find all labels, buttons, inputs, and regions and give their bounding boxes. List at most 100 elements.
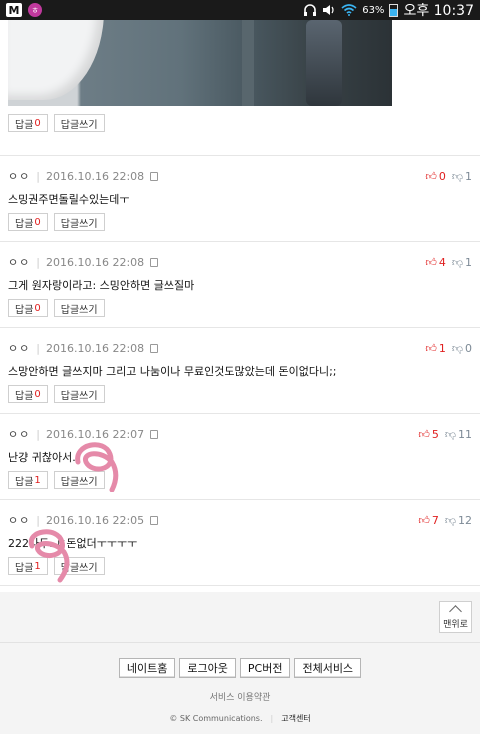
upvote-button[interactable]: 👍︎ 0 <box>425 170 446 183</box>
write-reply-button[interactable]: 답글쓰기 <box>53 114 105 132</box>
thumbs-down-icon: 👎︎ <box>444 513 456 527</box>
messenger-notification-icon: ㅎ <box>28 3 42 17</box>
copyright-text: © SK Communications. <box>169 714 263 723</box>
downvote-button[interactable]: 👎︎ 11 <box>445 428 472 441</box>
clock: 오후 10:37 <box>403 3 474 19</box>
reply-count: 0 <box>34 117 41 129</box>
reply-label: 답글 <box>15 562 34 574</box>
report-icon[interactable] <box>150 171 159 181</box>
reply-label: 답글 <box>15 218 34 230</box>
status-bar: M ㅎ 63% 오후 10:37 <box>0 0 480 20</box>
photo-person <box>306 20 342 106</box>
copyright-line: © SK Communications. | 고객센터 <box>169 714 311 723</box>
pink-scribble-mark <box>28 529 70 583</box>
volume-icon <box>323 5 334 15</box>
comment-author: ㅇㅇ <box>8 256 31 269</box>
downvote-count: 0 <box>465 341 472 355</box>
upvote-count: 1 <box>438 341 446 355</box>
reply-count: 0 <box>34 388 41 400</box>
reply-label: 답글 <box>15 476 34 488</box>
battery-percent: 63% <box>362 4 385 16</box>
comment-text: 그게 원자랑이라고: 스밍안하면 글쓰질마 <box>8 279 195 292</box>
reply-label: 답글 <box>15 390 34 402</box>
thumbs-down-icon: 👎︎ <box>451 341 463 355</box>
thumbs-up-icon: 👍︎ <box>425 169 437 183</box>
comment-text: 스밍권주면돌릴수있는데ㅜ <box>8 193 130 206</box>
downvote-button[interactable]: 👎︎ 1 <box>452 170 472 183</box>
write-reply-button[interactable]: 답글쓰기 <box>53 557 105 575</box>
comment-author: ㅇㅇ <box>8 342 31 355</box>
thumbs-up-icon: 👍︎ <box>418 513 430 527</box>
reply-label: 답글 <box>15 119 34 131</box>
write-reply-button[interactable]: 답글쓰기 <box>53 299 105 317</box>
comment-date: 2016.10.16 22:07 <box>45 427 145 441</box>
downvote-count: 12 <box>458 513 472 527</box>
report-icon[interactable] <box>150 343 159 353</box>
logout-button[interactable]: 로그아웃 <box>179 658 236 678</box>
reply-count-button[interactable]: 답글 0 <box>8 114 48 132</box>
report-icon[interactable] <box>150 257 159 267</box>
upvote-button[interactable]: 👍︎ 7 <box>418 514 439 527</box>
top-button-bar: 맨위로 <box>0 592 480 643</box>
downvote-button[interactable]: 👎︎ 12 <box>445 514 472 527</box>
reply-count-button[interactable]: 답글 0 <box>8 385 48 403</box>
write-reply-button[interactable]: 답글쓰기 <box>53 385 105 403</box>
upvote-button[interactable]: 👍︎ 4 <box>425 256 446 269</box>
all-services-button[interactable]: 전체서비스 <box>294 658 362 678</box>
comment-text: 스망안하면 글쓰지마 그리고 나눔이나 무료인것도많았는데 돈이없다니;; <box>8 365 337 378</box>
report-icon[interactable] <box>150 429 159 439</box>
comment-text: 222나두..ㄷ돈없더ㅜㅜㅜㅜ <box>8 537 138 550</box>
customer-center-link[interactable]: 고객센터 <box>281 714 310 723</box>
app-notification-icon: M <box>6 3 22 17</box>
downvote-button[interactable]: 👎︎ 0 <box>452 342 472 355</box>
downvote-button[interactable]: 👎︎ 1 <box>452 256 472 269</box>
comment-author: ㅇㅇ <box>8 514 31 527</box>
footer-nav: 네이트홈 로그아웃 PC버전 전체서비스 <box>0 658 480 678</box>
reply-count: 1 <box>34 560 41 572</box>
comment-item: ㅇㅇ | 2016.10.16 22:08 👍︎ 4 👎︎ 1 그게 원자랑이라고:… <box>0 242 480 328</box>
reply-count: 0 <box>34 216 41 228</box>
first-comment-actions: 답글 0 답글쓰기 <box>0 106 480 156</box>
back-to-top-button[interactable]: 맨위로 <box>439 601 472 633</box>
write-reply-button[interactable]: 답글쓰기 <box>53 213 105 231</box>
thumbs-down-icon: 👎︎ <box>451 255 463 269</box>
comment-item: ㅇㅇ | 2016.10.16 22:05 👍︎ 7 👎︎ 12 222나두..ㄷ돈… <box>0 500 480 586</box>
report-icon[interactable] <box>150 515 159 525</box>
upvote-count: 0 <box>438 169 446 183</box>
thumbs-down-icon: 👎︎ <box>451 169 463 183</box>
downvote-count: 11 <box>458 427 472 441</box>
reply-count: 1 <box>34 474 41 486</box>
comment-item: ㅇㅇ | 2016.10.16 22:07 👍︎ 5 👎︎ 11 난걍 귀찮아서..… <box>0 414 480 500</box>
chevron-up-icon <box>449 605 462 618</box>
upvote-count: 5 <box>431 427 439 441</box>
footer: 맨위로 네이트홈 로그아웃 PC버전 전체서비스 서비스 이용약관 © SK C… <box>0 592 480 734</box>
terms-link[interactable]: 서비스 이용약관 <box>0 690 480 703</box>
nate-home-button[interactable]: 네이트홈 <box>118 658 176 678</box>
comment-author: ㅇㅇ <box>8 170 31 183</box>
thumbs-up-icon: 👍︎ <box>425 255 437 269</box>
downvote-count: 1 <box>465 169 472 183</box>
comment-author: ㅇㅇ <box>8 428 31 441</box>
thumbs-down-icon: 👎︎ <box>444 427 456 441</box>
headset-icon <box>304 3 317 16</box>
wifi-icon <box>341 4 357 16</box>
write-reply-button[interactable]: 답글쓰기 <box>53 471 105 489</box>
reply-count-button[interactable]: 답글 1 <box>8 471 48 489</box>
comment-text: 난걍 귀찮아서.. <box>8 451 80 464</box>
reply-count-button[interactable]: 답글 0 <box>8 213 48 231</box>
reply-count-button[interactable]: 답글 1 <box>8 557 48 575</box>
upvote-button[interactable]: 👍︎ 5 <box>418 428 439 441</box>
post-photo <box>8 20 392 106</box>
comment-item: ㅇㅇ | 2016.10.16 22:08 👍︎ 0 👎︎ 1 스밍권주면돌릴수있는… <box>0 156 480 242</box>
reply-count-button[interactable]: 답글 0 <box>8 299 48 317</box>
comment-list: ㅇㅇ | 2016.10.16 22:08 👍︎ 0 👎︎ 1 스밍권주면돌릴수있는… <box>0 156 480 586</box>
upvote-button[interactable]: 👍︎ 1 <box>425 342 446 355</box>
upvote-count: 4 <box>438 255 446 269</box>
downvote-count: 1 <box>465 255 472 269</box>
photo-pole <box>242 20 254 106</box>
pc-version-button[interactable]: PC버전 <box>239 658 291 678</box>
comment-date: 2016.10.16 22:08 <box>45 341 145 355</box>
thumbs-up-icon: 👍︎ <box>425 341 437 355</box>
comment-item: ㅇㅇ | 2016.10.16 22:08 👍︎ 1 👎︎ 0 스망안하면 글쓰지마… <box>0 328 480 414</box>
photo-car <box>8 20 104 100</box>
